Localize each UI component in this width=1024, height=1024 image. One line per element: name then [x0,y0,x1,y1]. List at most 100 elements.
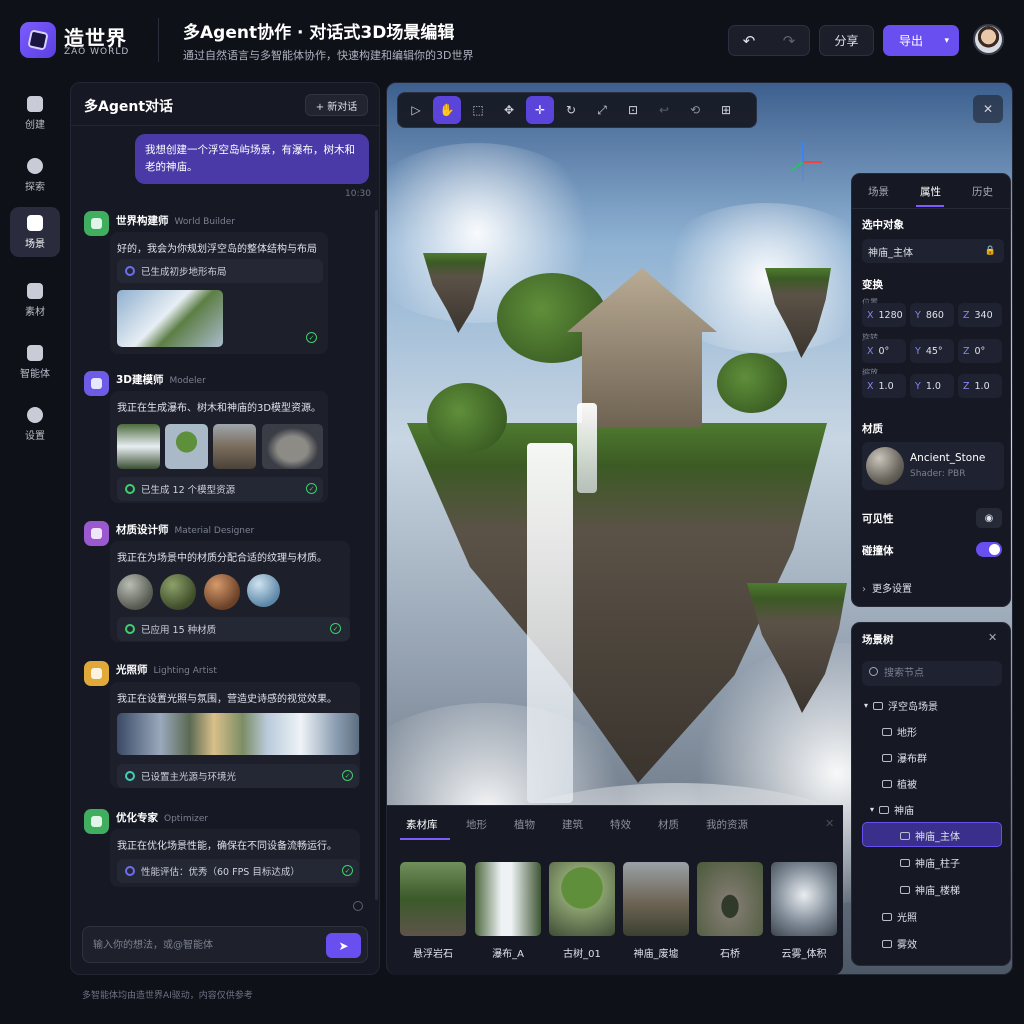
footnote: 多智能体均由造世界AI驱动，内容仅供参考 [82,991,253,1001]
nav-agents[interactable]: 智能体 [10,337,60,387]
chat-input[interactable] [93,935,323,955]
tree-node[interactable]: 光照 [882,909,917,924]
tab-scene[interactable]: 场景 [868,184,889,199]
brand-logo[interactable] [20,22,56,58]
position-y-field[interactable]: Y 860 [910,303,954,327]
tree-node[interactable]: 地形 [882,724,917,739]
asset-thumb-waterfall[interactable] [475,862,541,936]
tree-node-temple[interactable]: ▾ 神庙 [870,802,914,817]
success-check-icon: ✓ [330,623,341,634]
moss-material-sphere[interactable] [160,574,196,610]
nav-label: 探索 [25,181,45,193]
asset-tab-terrain[interactable]: 地形 [466,817,487,832]
asset-tab-materials[interactable]: 材质 [658,817,679,832]
more-settings[interactable]: › 更多设置 [862,580,912,595]
scale-x-field[interactable]: X 1.0 [862,374,906,398]
folder-icon [900,831,910,840]
asset-tab-buildings[interactable]: 建筑 [562,817,583,832]
rotation-x-field[interactable]: X 0° [862,339,906,363]
temple-model-thumb[interactable] [213,424,256,469]
scale-y-field[interactable]: Y 1.0 [910,374,954,398]
asset-thumb-fog[interactable] [771,862,837,936]
tree-node[interactable]: 神庙_柱子 [900,855,960,870]
chat-scrollbar[interactable] [375,210,378,900]
tree-node[interactable]: 神庙_楼梯 [900,882,960,897]
lock-icon[interactable]: 🔒 [985,246,996,256]
asset-tab-library[interactable]: 素材库 [406,817,438,832]
asset-thumb-tree[interactable] [549,862,615,936]
transform-icon[interactable]: ✛ [526,96,554,124]
folder-icon [879,805,890,814]
tab-history[interactable]: 历史 [972,184,993,199]
tree-node-selected[interactable]: 神庙_主体 [900,828,960,843]
lighting-preview-strip[interactable] [117,713,359,755]
history-icon[interactable] [353,901,363,911]
collider-label: 碰撞体 [862,545,894,557]
tree-node[interactable]: 雾效 [882,936,917,951]
folder-icon [900,858,910,867]
eye-icon[interactable]: ◉ [976,508,1002,528]
undo-icon[interactable]: ↶ [729,32,769,50]
tree-node-root[interactable]: ▾ 浮空岛场景 [864,698,938,713]
chevron-down-icon[interactable]: ▾ [944,36,949,46]
tree-node[interactable]: 植被 [882,776,917,791]
focus-icon[interactable]: ⊡ [619,96,647,124]
tree-search-input[interactable] [884,666,994,681]
user-avatar[interactable] [973,24,1004,55]
nav-assets[interactable]: 素材 [10,275,60,325]
brand-subtitle: ZAO WORLD [64,47,130,57]
rotate-icon[interactable]: ↻ [557,96,585,124]
asset-tab-plants[interactable]: 植物 [514,817,535,832]
select-arrow-icon[interactable]: ▷ [402,96,430,124]
share-button[interactable]: 分享 [819,25,874,56]
folder-icon [882,912,892,921]
loop-icon[interactable]: ⟲ [681,96,709,124]
wood-material-sphere[interactable] [204,574,240,610]
tab-properties[interactable]: 属性 [920,184,941,199]
send-button[interactable]: ➤ [326,933,361,958]
hand-pan-icon[interactable]: ✋ [433,96,461,124]
rotation-y-field[interactable]: Y 45° [910,339,954,363]
world-builder-avatar-icon [84,211,109,236]
move-icon[interactable]: ✥ [495,96,523,124]
lasso-select-icon[interactable]: ⬚ [464,96,492,124]
rotation-z-field[interactable]: Z 0° [958,339,1002,363]
agent-status: 已应用 15 种材质 [117,617,350,641]
undo-step-icon[interactable]: ↩ [650,96,678,124]
collider-toggle[interactable] [976,542,1002,557]
stone-material-sphere[interactable] [117,574,153,610]
folder-icon [882,727,892,736]
terrain-preview-image[interactable] [117,290,223,347]
scale-icon[interactable]: ⤢ [588,96,616,124]
tree-node[interactable]: 瀑布群 [882,750,927,765]
water-material-sphere[interactable] [247,574,280,607]
material-designer-avatar-icon [84,521,109,546]
export-button[interactable]: 导出 ▾ [883,25,959,56]
close-icon[interactable]: ✕ [825,817,834,830]
close-icon[interactable]: ✕ [988,631,997,644]
grid-snap-icon[interactable]: ⊞ [712,96,740,124]
position-x-field[interactable]: X 1280 [862,303,906,327]
nav-scene[interactable]: 场景 [10,207,60,257]
axis-gizmo[interactable] [778,136,828,186]
scale-z-field[interactable]: Z 1.0 [958,374,1002,398]
selected-object-value: 神庙_主体 [868,247,913,259]
rock-model-thumb[interactable] [262,424,323,469]
asset-thumb-rock[interactable] [400,862,466,936]
asset-tab-my-assets[interactable]: 我的资源 [706,817,748,832]
asset-tab-effects[interactable]: 特效 [610,817,631,832]
waterfall-model-thumb[interactable] [117,424,160,469]
folder-icon [882,753,892,762]
position-z-field[interactable]: Z 340 [958,303,1002,327]
new-chat-button[interactable]: + 新对话 [305,94,368,116]
collapse-viewport-icon[interactable]: ✕ [973,95,1003,123]
nav-create[interactable]: 创建 [10,88,60,138]
asset-thumb-temple[interactable] [623,862,689,936]
nav-settings[interactable]: 设置 [10,399,60,449]
progress-dot-icon [125,866,135,876]
nav-explore[interactable]: 探索 [10,150,60,200]
tree-model-thumb[interactable] [165,424,208,469]
redo-icon[interactable]: ↷ [769,32,809,50]
asset-thumb-bridge[interactable] [697,862,763,936]
selected-object-field[interactable]: 神庙_主体 🔒 [862,239,1004,263]
